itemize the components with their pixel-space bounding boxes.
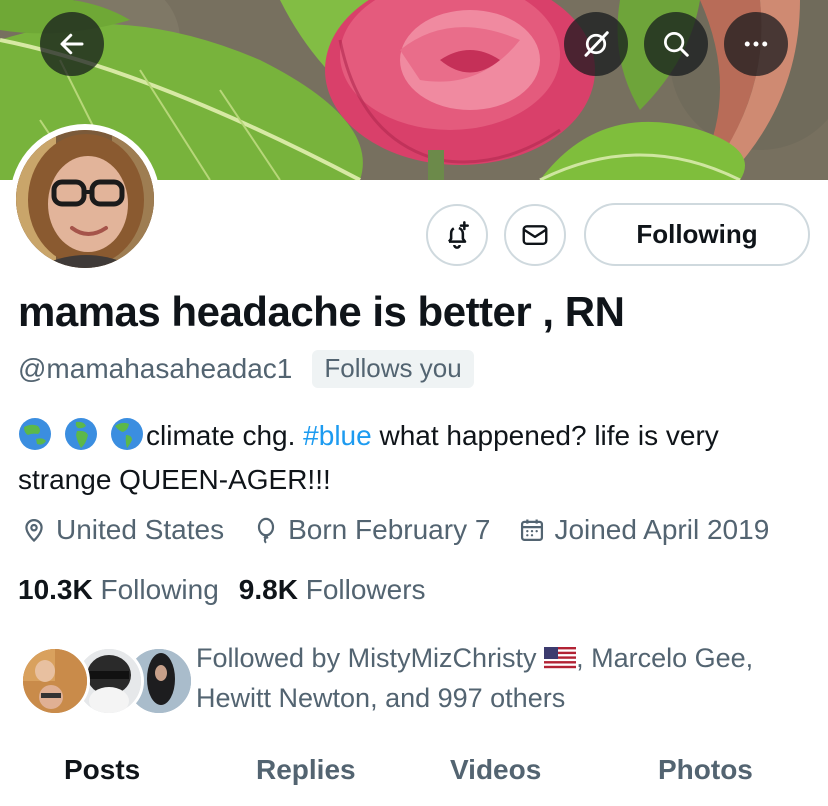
balloon-icon bbox=[258, 517, 275, 544]
followers-stat[interactable]: 9.8K Followers bbox=[239, 574, 426, 606]
location-text: United States bbox=[56, 514, 225, 545]
following-stat[interactable]: 10.3K Following bbox=[18, 574, 219, 606]
bio-text-start: climate chg. bbox=[146, 420, 304, 451]
tab-replies[interactable]: Replies bbox=[256, 754, 356, 786]
followed-by-avatars[interactable] bbox=[20, 646, 194, 716]
follow-stats: 10.3K Following 9.8K Followers bbox=[18, 574, 446, 606]
search-button[interactable] bbox=[644, 12, 708, 76]
globe-europe-africa-icon bbox=[65, 418, 97, 450]
message-button[interactable] bbox=[504, 204, 566, 266]
us-flag-icon bbox=[544, 647, 577, 669]
globe-asia-australia-icon bbox=[19, 418, 51, 450]
globe-americas-icon bbox=[111, 418, 143, 450]
search-icon bbox=[664, 32, 689, 57]
grok-icon bbox=[584, 31, 609, 57]
profile-tabs: Posts Replies Videos Photos bbox=[0, 748, 828, 806]
calendar-icon bbox=[521, 519, 544, 542]
followed-by-text[interactable]: Followed by MistyMizChristy , Marcelo Ge… bbox=[196, 638, 806, 718]
bell-plus-icon bbox=[447, 221, 469, 249]
handle-row: @mamahasaheadac1 Follows you bbox=[18, 350, 474, 388]
followed-by-prefix: Followed by MistyMizChristy bbox=[196, 643, 537, 673]
notifications-button[interactable] bbox=[426, 204, 488, 266]
following-button[interactable]: Following bbox=[584, 203, 810, 266]
followers-count: 9.8K bbox=[238, 574, 298, 605]
joined-item: Joined April 2019 bbox=[518, 514, 769, 546]
grok-button[interactable] bbox=[564, 12, 628, 76]
profile-handle: @mamahasaheadac1 bbox=[18, 353, 293, 384]
more-horizontal-icon bbox=[744, 41, 768, 47]
birthday-text: Born February 7 bbox=[288, 514, 491, 545]
joined-text: Joined April 2019 bbox=[554, 514, 770, 545]
bio-hashtag-link[interactable]: #blue bbox=[303, 420, 372, 451]
birthday-item: Born February 7 bbox=[252, 514, 490, 546]
envelope-icon bbox=[522, 225, 548, 245]
tab-photos[interactable]: Photos bbox=[658, 754, 753, 786]
location-pin-icon bbox=[25, 519, 43, 543]
following-label: Following bbox=[100, 574, 219, 605]
profile-avatar[interactable] bbox=[10, 124, 160, 274]
display-name: mamas headache is better , RN bbox=[18, 288, 625, 335]
location-item: United States bbox=[20, 514, 224, 546]
tab-videos[interactable]: Videos bbox=[450, 754, 541, 786]
avatar bbox=[20, 646, 90, 716]
follows-you-badge: Follows you bbox=[312, 350, 474, 388]
followers-label: Followers bbox=[305, 574, 426, 605]
profile-meta: United States Born February 7 Joined Apr… bbox=[20, 514, 797, 546]
back-button[interactable] bbox=[40, 12, 104, 76]
following-count: 10.3K bbox=[18, 574, 93, 605]
profile-bio: climate chg. #blue what happened? life i… bbox=[18, 414, 808, 502]
arrow-left-icon bbox=[60, 33, 84, 55]
tab-posts[interactable]: Posts bbox=[64, 754, 140, 786]
more-button[interactable] bbox=[724, 12, 788, 76]
avatar-image bbox=[16, 130, 154, 268]
